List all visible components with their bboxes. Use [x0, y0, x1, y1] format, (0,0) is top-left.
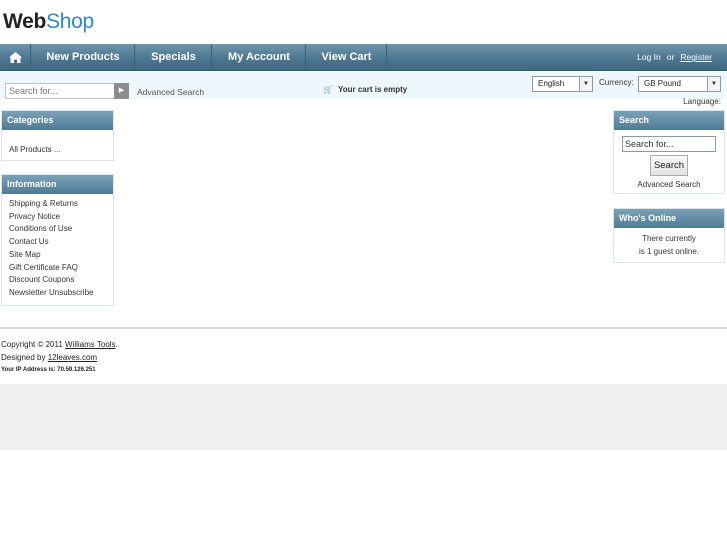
- footer-divider: [0, 327, 727, 329]
- nav-specials[interactable]: Specials: [136, 44, 212, 71]
- chevron-down-icon: ▼: [707, 77, 720, 91]
- auth-or-text: or: [666, 52, 675, 62]
- cart-status[interactable]: 🛒 Your cart is empty: [321, 85, 407, 94]
- info-link-shipping[interactable]: Shipping & Returns: [9, 198, 106, 211]
- company-link[interactable]: Williams Tools: [65, 340, 116, 349]
- logo-web-text: Web: [3, 10, 47, 33]
- language-select[interactable]: English ▼: [532, 76, 593, 92]
- register-link[interactable]: Register: [680, 52, 712, 62]
- header-search-input[interactable]: [5, 83, 115, 99]
- info-link-coupons[interactable]: Discount Coupons: [9, 274, 106, 287]
- ip-address: Your IP Address is: 70.59.126.251: [1, 367, 96, 373]
- copyright-line: Copyright © 2011 Williams Tools.: [1, 339, 118, 352]
- cart-icon: 🛒: [323, 85, 333, 94]
- search-box-title: Search: [614, 111, 724, 130]
- info-link-sitemap[interactable]: Site Map: [9, 249, 106, 262]
- copyright-suffix: .: [115, 340, 118, 349]
- nav-my-account[interactable]: My Account: [213, 44, 306, 71]
- whos-online-line1: There currently: [642, 234, 696, 243]
- auth-links: Log In or Register: [637, 44, 712, 71]
- search-box: Search Search Advanced Search: [613, 110, 725, 194]
- designed-by-prefix: Designed by: [1, 352, 46, 362]
- whos-online-line2: is 1 guest online.: [638, 247, 700, 256]
- sidebar-search-button[interactable]: Search: [650, 155, 688, 176]
- currency-selected-value: GB Pound: [644, 79, 681, 88]
- info-link-privacy[interactable]: Privacy Notice: [9, 211, 106, 224]
- footer-band: [0, 384, 727, 450]
- category-link-all-products[interactable]: All Products ...: [9, 144, 106, 157]
- main-nav: New Products Specials My Account View Ca…: [0, 44, 727, 71]
- information-box: Information Shipping & Returns Privacy N…: [1, 174, 114, 306]
- designer-link[interactable]: 12leaves.com: [48, 353, 97, 362]
- nav-home-button[interactable]: [0, 44, 31, 71]
- info-link-contact[interactable]: Contact Us: [9, 236, 106, 249]
- sidebar-advanced-search-link[interactable]: Advanced Search: [614, 180, 724, 189]
- currency-select[interactable]: GB Pound ▼: [638, 76, 721, 92]
- sidebar-search-input[interactable]: [622, 136, 716, 152]
- footer: Copyright © 2011 Williams Tools. Designe…: [1, 339, 118, 377]
- whos-online-title: Who's Online: [614, 209, 724, 228]
- header-search-submit[interactable]: ▶: [114, 83, 129, 99]
- info-link-newsletter-unsubscribe[interactable]: Newsletter Unsubscribe: [9, 287, 106, 300]
- info-link-conditions[interactable]: Conditions of Use: [9, 223, 106, 236]
- login-link[interactable]: Log In: [637, 52, 661, 62]
- arrow-right-icon: ▶: [118, 87, 125, 94]
- currency-label: Currency:: [599, 78, 634, 87]
- chevron-down-icon: ▼: [579, 77, 592, 91]
- copyright-prefix: Copyright © 2011: [1, 340, 63, 349]
- categories-title: Categories: [2, 111, 113, 130]
- info-link-gift-faq[interactable]: Gift Certificate FAQ: [9, 262, 106, 275]
- language-selected-value: English: [538, 79, 565, 88]
- information-title: Information: [2, 175, 113, 194]
- language-label: Language:: [683, 97, 721, 106]
- home-icon: [9, 52, 22, 63]
- site-logo[interactable]: WebShop: [3, 9, 94, 35]
- categories-box: Categories All Products ...: [1, 110, 114, 161]
- designed-by-line: Designed by 12leaves.com: [1, 352, 118, 365]
- nav-new-products[interactable]: New Products: [32, 44, 135, 71]
- whos-online-box: Who's Online There currently is 1 guest …: [613, 208, 725, 263]
- cart-status-text: Your cart is empty: [338, 85, 408, 94]
- nav-view-cart[interactable]: View Cart: [307, 44, 387, 71]
- header-advanced-search-link[interactable]: Advanced Search: [137, 87, 204, 97]
- logo-shop-text: Shop: [46, 10, 94, 33]
